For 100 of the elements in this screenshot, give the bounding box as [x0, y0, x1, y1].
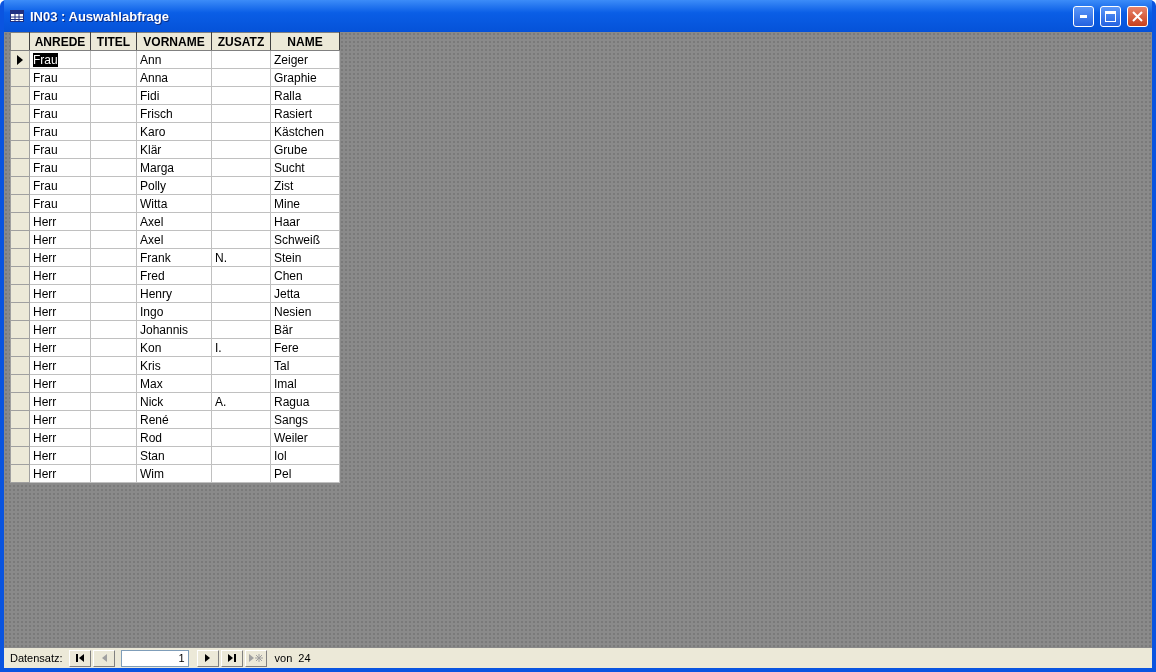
table-cell: [90, 284, 137, 303]
minimize-icon: [1080, 14, 1087, 18]
first-record-button[interactable]: [68, 649, 91, 667]
table-cell: [90, 230, 137, 249]
table-cell: Ragua: [270, 392, 340, 411]
table-cell: [90, 122, 137, 141]
table-cell: Sangs: [270, 410, 340, 429]
table-cell: Wim: [136, 464, 212, 483]
table-cell: A.: [211, 392, 271, 411]
table-cell: Frank: [136, 248, 212, 267]
table-cell: Kon: [136, 338, 212, 357]
table-cell: [90, 212, 137, 231]
table-cell: Fere: [270, 338, 340, 357]
table-cell: Jetta: [270, 284, 340, 303]
table-cell: Herr: [29, 410, 91, 429]
table-cell: Frau: [29, 68, 91, 87]
record-label: Datensatz:: [10, 652, 63, 664]
maximize-button[interactable]: [1100, 5, 1121, 27]
close-button[interactable]: [1127, 5, 1148, 27]
table-cell: [211, 140, 271, 159]
table-cell: Herr: [29, 374, 91, 393]
table-cell: [90, 176, 137, 195]
table-cell: Klär: [136, 140, 212, 159]
table-cell: Herr: [29, 266, 91, 285]
table-cell: Schweiß: [270, 230, 340, 249]
table-cell: [211, 230, 271, 249]
table-cell: [211, 68, 271, 87]
table-cell: [211, 320, 271, 339]
table-cell: Frau: [29, 86, 91, 105]
table-cell: [90, 338, 137, 357]
table-cell: Herr: [29, 320, 91, 339]
table-cell: [211, 284, 271, 303]
next-record-icon: [203, 653, 212, 663]
column-header[interactable]: VORNAME: [136, 32, 212, 51]
current-record-icon: [17, 54, 23, 65]
table-cell: Johannis: [136, 320, 212, 339]
table-cell: [90, 248, 137, 267]
table-cell: Max: [136, 374, 212, 393]
table-cell: [211, 122, 271, 141]
table-cell: Herr: [29, 356, 91, 375]
table-cell: Rasiert: [270, 104, 340, 123]
datasheet-icon: [10, 10, 24, 22]
close-icon: [1132, 10, 1143, 22]
table-cell: Herr: [29, 446, 91, 465]
table-cell: [211, 212, 271, 231]
table-cell: Herr: [29, 230, 91, 249]
new-record-icon: [247, 653, 264, 663]
table-cell: Fidi: [136, 86, 212, 105]
table-cell: [211, 104, 271, 123]
table-cell: [211, 356, 271, 375]
table-cell: Frau: [29, 104, 91, 123]
table-cell: Grube: [270, 140, 340, 159]
table-cell: Herr: [29, 428, 91, 447]
table-cell: Frau: [29, 194, 91, 213]
table-cell: N.: [211, 248, 271, 267]
table-cell: Zist: [270, 176, 340, 195]
table-cell: Zeiger: [270, 50, 340, 69]
table-cell: [90, 410, 137, 429]
table-cell: Herr: [29, 212, 91, 231]
table-cell: Herr: [29, 392, 91, 411]
table-cell: [90, 140, 137, 159]
table-cell: René: [136, 410, 212, 429]
table-cell: Chen: [270, 266, 340, 285]
record-number-field[interactable]: 1: [120, 649, 189, 667]
table-cell: Frau: [29, 50, 91, 69]
maximize-icon: [1105, 10, 1116, 22]
table-cell: I.: [211, 338, 271, 357]
table-cell: [211, 50, 271, 69]
table-cell: [90, 104, 137, 123]
table-cell: Anna: [136, 68, 212, 87]
table-cell: Rod: [136, 428, 212, 447]
next-record-button[interactable]: [196, 649, 219, 667]
column-header[interactable]: ZUSATZ: [211, 32, 271, 51]
table-cell: Henry: [136, 284, 212, 303]
table-cell: [211, 194, 271, 213]
table-cell: Polly: [136, 176, 212, 195]
column-header[interactable]: ANREDE: [29, 32, 91, 51]
table-cell: [90, 50, 137, 69]
table-cell: Kris: [136, 356, 212, 375]
table-cell: [90, 86, 137, 105]
column-header[interactable]: TITEL: [90, 32, 137, 51]
table-cell: Iol: [270, 446, 340, 465]
minimize-button[interactable]: [1073, 5, 1094, 27]
table-cell: Nick: [136, 392, 212, 411]
table-cell: Marga: [136, 158, 212, 177]
table-cell: Ann: [136, 50, 212, 69]
column-header[interactable]: NAME: [270, 32, 340, 51]
table-cell: Herr: [29, 284, 91, 303]
table-cell: [211, 446, 271, 465]
first-record-icon: [74, 653, 85, 663]
table-cell: [211, 86, 271, 105]
table-cell: Imal: [270, 374, 340, 393]
last-record-button[interactable]: [220, 649, 243, 667]
table-cell: Herr: [29, 248, 91, 267]
table-cell: Haar: [270, 212, 340, 231]
table-cell: [90, 428, 137, 447]
table-cell: Axel: [136, 212, 212, 231]
table-cell: [90, 158, 137, 177]
table-cell: Witta: [136, 194, 212, 213]
table-cell: Herr: [29, 302, 91, 321]
